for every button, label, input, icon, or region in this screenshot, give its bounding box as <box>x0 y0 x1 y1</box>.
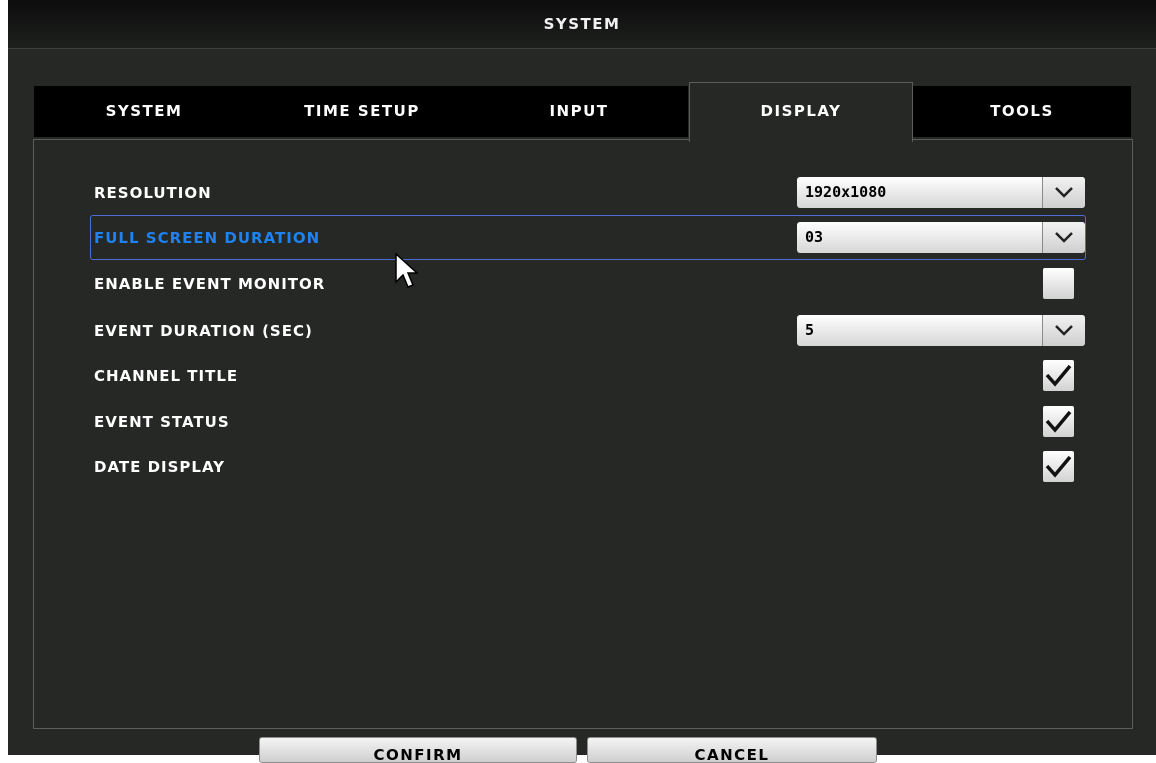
tab-tools[interactable]: TOOLS <box>913 86 1131 137</box>
event-status-label: EVENT STATUS <box>94 413 230 431</box>
window-title: SYSTEM <box>8 0 1156 49</box>
tab-display[interactable]: DISPLAY <box>689 82 913 142</box>
chevron-down-icon[interactable] <box>1042 315 1085 346</box>
full-screen-duration-select[interactable]: 03 <box>797 222 1085 253</box>
date-display-checkbox[interactable] <box>1043 451 1074 482</box>
channel-title-checkbox[interactable] <box>1043 360 1074 391</box>
event-duration-select[interactable]: 5 <box>797 315 1085 346</box>
mouse-cursor-icon <box>395 252 418 288</box>
enable-event-monitor-checkbox[interactable] <box>1043 268 1074 299</box>
tab-system[interactable]: SYSTEM <box>34 86 254 137</box>
full-screen-duration-label: FULL SCREEN DURATION <box>94 229 321 247</box>
event-duration-value: 5 <box>805 321 815 339</box>
checkmark-icon <box>1045 364 1072 387</box>
resolution-value: 1920x1080 <box>805 183 887 201</box>
event-status-checkbox[interactable] <box>1043 406 1074 437</box>
checkmark-icon <box>1045 455 1072 478</box>
resolution-label: RESOLUTION <box>94 184 212 202</box>
date-display-label: DATE DISPLAY <box>94 458 226 476</box>
channel-title-label: CHANNEL TITLE <box>94 367 239 385</box>
cancel-button[interactable]: CANCEL <box>587 737 877 763</box>
full-screen-duration-value: 03 <box>805 228 824 246</box>
chevron-down-icon[interactable] <box>1042 177 1085 208</box>
checkmark-icon <box>1045 410 1072 433</box>
chevron-down-icon[interactable] <box>1042 222 1085 253</box>
tab-time-setup[interactable]: TIME SETUP <box>254 86 470 137</box>
enable-event-monitor-label: ENABLE EVENT MONITOR <box>94 275 326 293</box>
resolution-select[interactable]: 1920x1080 <box>797 177 1085 208</box>
tab-input[interactable]: INPUT <box>470 86 688 137</box>
confirm-button[interactable]: CONFIRM <box>259 737 577 763</box>
event-duration-label: EVENT DURATION (SEC) <box>94 322 313 340</box>
